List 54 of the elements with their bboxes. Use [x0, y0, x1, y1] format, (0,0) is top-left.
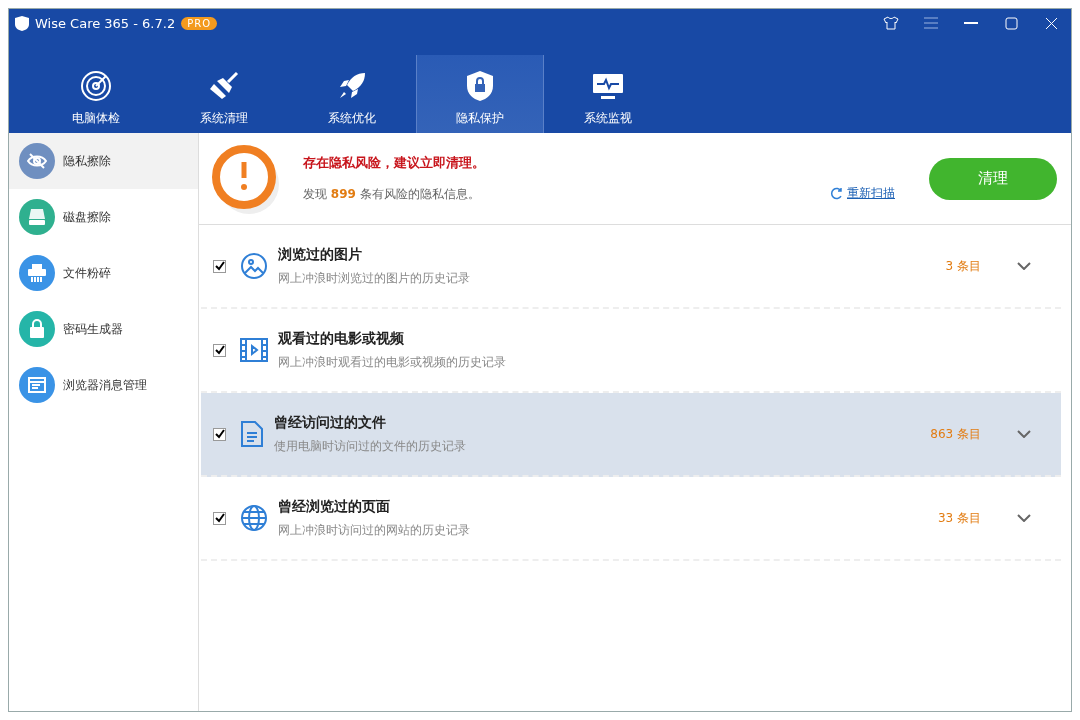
shirt-icon — [883, 16, 899, 30]
privacy-item-row[interactable]: 曾经访问过的文件 使用电脑时访问过的文件的历史记录 863 条目 — [201, 393, 1061, 477]
item-title: 浏览过的图片 — [278, 245, 363, 264]
rescan-link[interactable]: 重新扫描 — [830, 185, 895, 202]
sidebar-label: 浏览器消息管理 — [63, 376, 147, 394]
nav-tab[interactable]: 系统清理 — [160, 55, 288, 133]
globe-icon — [240, 504, 268, 532]
sidebar-item[interactable]: 隐私擦除 — [9, 133, 198, 189]
sidebar-label: 密码生成器 — [63, 320, 123, 338]
window-title: Wise Care 365 - 6.7.2 — [35, 15, 176, 31]
expand-chevron[interactable] — [1017, 262, 1031, 270]
item-title: 曾经访问过的文件 — [274, 413, 387, 432]
risk-summary: 发现 899 条有风险的隐私信息。 — [303, 186, 481, 203]
sidebar-label: 磁盘擦除 — [63, 208, 111, 226]
browser-window-icon — [27, 375, 47, 395]
nav-tab[interactable]: 系统监视 — [544, 55, 672, 133]
maximize-icon — [1004, 16, 1018, 30]
pro-badge: PRO — [181, 16, 218, 30]
image-icon — [240, 252, 268, 280]
shield-lock-icon — [465, 70, 495, 102]
item-title: 曾经浏览过的页面 — [278, 497, 391, 516]
item-count: 863 条目 — [930, 425, 981, 443]
close-icon — [1044, 16, 1058, 30]
item-description: 网上冲浪时浏览过的图片的历史记录 — [278, 269, 470, 287]
expand-chevron[interactable] — [1017, 514, 1031, 522]
item-title: 观看过的电影或视频 — [278, 329, 405, 348]
drive-icon — [27, 207, 47, 227]
lock-icon — [27, 319, 47, 339]
checkbox[interactable] — [213, 259, 226, 273]
nav-tab[interactable]: 电脑体检 — [32, 55, 160, 133]
checkbox[interactable] — [213, 511, 226, 525]
minimize-icon — [964, 21, 978, 25]
item-description: 使用电脑时访问过的文件的历史记录 — [274, 437, 466, 455]
eye-slash-icon — [27, 151, 47, 171]
shield-logo-icon — [15, 15, 29, 31]
item-count: 3 条目 — [945, 257, 981, 275]
item-description: 网上冲浪时访问过的网站的历史记录 — [278, 521, 470, 539]
checkbox[interactable] — [213, 427, 226, 441]
menu-icon — [924, 17, 938, 29]
sidebar-label: 隐私擦除 — [63, 152, 111, 170]
item-count: 33 条目 — [937, 509, 981, 527]
item-description: 网上冲浪时观看过的电影或视频的历史记录 — [278, 353, 506, 371]
radar-icon — [80, 70, 112, 102]
checkbox[interactable] — [213, 343, 226, 357]
shredder-icon — [27, 263, 47, 283]
document-icon — [240, 420, 264, 448]
risk-warning: 存在隐私风险，建议立即清理。 — [303, 154, 485, 172]
sidebar-label: 文件粉碎 — [63, 264, 111, 282]
film-icon — [240, 338, 268, 362]
expand-chevron[interactable] — [1017, 430, 1031, 438]
nav-tab[interactable]: 隐私保护 — [416, 55, 544, 133]
nav-tab[interactable]: 系统优化 — [288, 55, 416, 133]
broom-icon — [208, 70, 240, 102]
refresh-icon — [830, 187, 843, 200]
